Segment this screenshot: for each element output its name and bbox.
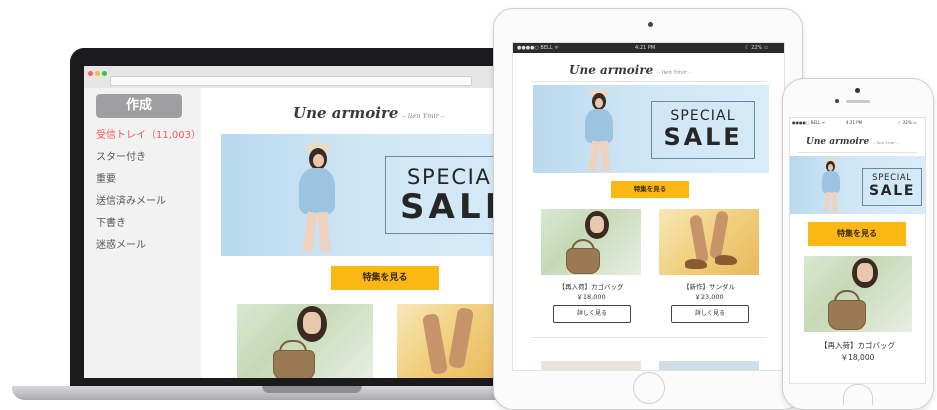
brand-logo: Une armoire – lien Ymir –: [293, 104, 445, 122]
sale-headline: SPECIAL SALE: [862, 168, 922, 206]
feature-cta-button[interactable]: 特集を見る: [331, 266, 439, 290]
brand-name: Une armoire: [293, 104, 399, 122]
feature-cta-button[interactable]: 特集を見る: [808, 222, 906, 246]
email-body: Une armoire – lien Ymir – SPECIAL SALE 特集…: [201, 88, 536, 378]
folder-starred[interactable]: スター付き: [96, 148, 146, 163]
brand-subtitle: – lien Ymir –: [873, 140, 899, 145]
tablet-camera: [648, 22, 653, 27]
carrier-text: ●●●●○ BELL ᯤ: [517, 45, 559, 51]
clock-text: 4:21 PM: [846, 120, 863, 125]
phone-status-bar: ●●●●○ BELL ᯤ 4:21 PM ☾ 22% ▭: [790, 118, 925, 128]
address-bar[interactable]: [110, 76, 472, 86]
brand-subtitle: – lien Ymir –: [657, 70, 691, 76]
sale-line-1: SPECIAL: [670, 108, 736, 124]
product-image-sandal[interactable]: [659, 209, 759, 275]
hero-banner[interactable]: SPECIAL SALE: [533, 85, 769, 173]
carrier-text: ●●●●○ BELL ᯤ: [792, 120, 826, 125]
brand-logo: Une armoire – lien Ymir –: [806, 137, 898, 147]
tablet-screen: ●●●●○ BELL ᯤ 4:21 PM ☾ 22% ▭ Une armoire…: [512, 42, 785, 371]
header-divider: [798, 152, 917, 153]
sale-line-2: SALE: [663, 123, 743, 151]
product-image-bag[interactable]: [804, 256, 912, 332]
brand-name: Une armoire: [569, 63, 654, 77]
folder-drafts[interactable]: 下書き: [96, 214, 126, 229]
sale-line-2: SALE: [868, 183, 916, 199]
hero-banner[interactable]: SPECIAL SALE: [790, 156, 925, 214]
laptop-notch: [262, 386, 362, 393]
battery-text: ☾ 22% ▭: [898, 120, 917, 125]
phone-home-button[interactable]: [843, 384, 873, 405]
product-image-bag[interactable]: [541, 209, 641, 275]
brand-logo: Une armoire – lien Ymir –: [569, 63, 691, 77]
tablet-status-bar: ●●●●○ BELL ᯤ 4:21 PM ☾ 22% ▭: [513, 43, 784, 53]
model-image: [261, 134, 341, 256]
compose-button[interactable]: 作成: [96, 94, 182, 118]
laptop-screen: 作成 受信トレイ（11,003） スター付き 重要 送信済みメール 下書き 迷惑…: [84, 66, 536, 378]
model-image: [812, 156, 846, 214]
product-image-next-1[interactable]: [541, 361, 641, 370]
header-divider: [531, 81, 766, 82]
clock-text: 4:21 PM: [635, 45, 656, 51]
product-price-bag: ￥18,000: [840, 353, 875, 362]
tablet-home-button[interactable]: [633, 372, 665, 404]
product-image-sandal[interactable]: [397, 304, 497, 378]
folder-spam[interactable]: 迷惑メール: [96, 236, 146, 251]
hero-banner[interactable]: SPECIAL SALE: [221, 134, 536, 256]
browser-toolbar: [84, 66, 536, 89]
phone-camera: [855, 88, 860, 93]
detail-button-sandal[interactable]: 詳しく見る: [671, 305, 749, 323]
folder-sent[interactable]: 送信済みメール: [96, 192, 166, 207]
product-name-bag: 【再入荷】カゴバッグ: [820, 341, 895, 350]
mail-sidebar: 作成 受信トレイ（11,003） スター付き 重要 送信済みメール 下書き 迷惑…: [84, 88, 201, 378]
section-divider: [531, 337, 766, 338]
sale-line-1: SPECIAL: [872, 173, 912, 183]
close-window-icon[interactable]: [88, 71, 93, 76]
minimize-window-icon[interactable]: [95, 71, 100, 76]
product-name-bag: 【再入荷】カゴバッグ: [558, 283, 624, 291]
folder-important[interactable]: 重要: [96, 170, 116, 185]
product-image-next-2[interactable]: [659, 361, 759, 370]
phone-sensor: [835, 99, 839, 103]
product-price-bag: ￥18,000: [576, 293, 606, 301]
feature-cta-button[interactable]: 特集を見る: [611, 181, 689, 198]
zoom-window-icon[interactable]: [102, 71, 107, 76]
brand-subtitle: – lien Ymir –: [402, 112, 445, 120]
brand-name: Une armoire: [806, 137, 870, 147]
phone-speaker: [846, 100, 870, 103]
folder-inbox[interactable]: 受信トレイ（11,003）: [96, 126, 201, 141]
model-image: [561, 85, 621, 173]
sale-headline: SPECIAL SALE: [651, 101, 755, 159]
product-image-bag[interactable]: [237, 304, 373, 378]
battery-text: ☾ 22% ▭: [745, 45, 769, 51]
phone-screen: ●●●●○ BELL ᯤ 4:21 PM ☾ 22% ▭ Une armoire…: [789, 117, 926, 384]
product-name-sandal: 【新作】サンダル: [683, 283, 735, 291]
detail-button-bag[interactable]: 詳しく見る: [553, 305, 631, 323]
product-price-sandal: ￥23,000: [694, 293, 724, 301]
